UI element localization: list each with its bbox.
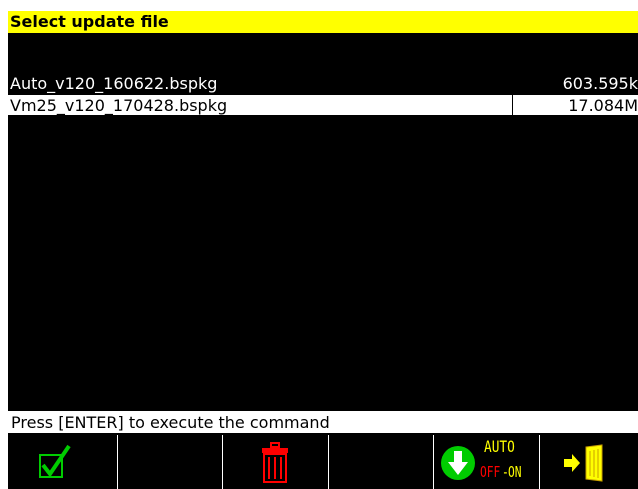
on-label: ON xyxy=(508,463,522,481)
fkey-empty-4[interactable] xyxy=(329,435,434,489)
fkey-auto-download-button[interactable]: AUTO OFF - ON xyxy=(434,435,540,489)
file-row[interactable]: Auto_v120_160622.bspkg 603.595k xyxy=(8,73,638,94)
status-bar: Press [ENTER] to execute the command xyxy=(8,411,638,433)
trash-icon xyxy=(262,442,288,483)
exit-door-icon xyxy=(564,444,603,482)
title-bar: Select update file xyxy=(8,11,638,33)
fkey-empty-2[interactable] xyxy=(118,435,223,489)
file-size: 17.084M xyxy=(512,95,638,116)
download-icon xyxy=(441,446,475,480)
file-size: 603.595k xyxy=(562,74,638,93)
auto-label: AUTO xyxy=(484,437,515,456)
function-key-bar: AUTO OFF - ON xyxy=(8,435,638,489)
fkey-delete-button[interactable] xyxy=(223,435,329,489)
status-text: Press [ENTER] to execute the command xyxy=(11,413,330,432)
file-name: Auto_v120_160622.bspkg xyxy=(10,74,218,93)
checkmark-icon xyxy=(39,444,71,478)
file-row-selected[interactable]: Vm25_v120_170428.bspkg 17.084M xyxy=(8,94,638,116)
file-name: Vm25_v120_170428.bspkg xyxy=(10,96,228,115)
fkey-confirm-button[interactable] xyxy=(8,435,118,489)
device-screen: Select update file Auto_v120_160622.bspk… xyxy=(8,11,638,489)
auto-toggle-label: AUTO OFF - ON xyxy=(480,437,536,487)
off-label: OFF xyxy=(480,463,501,481)
page-title: Select update file xyxy=(10,12,169,31)
fkey-exit-button[interactable] xyxy=(540,435,638,489)
file-list: Auto_v120_160622.bspkg 603.595k Vm25_v12… xyxy=(8,73,638,116)
